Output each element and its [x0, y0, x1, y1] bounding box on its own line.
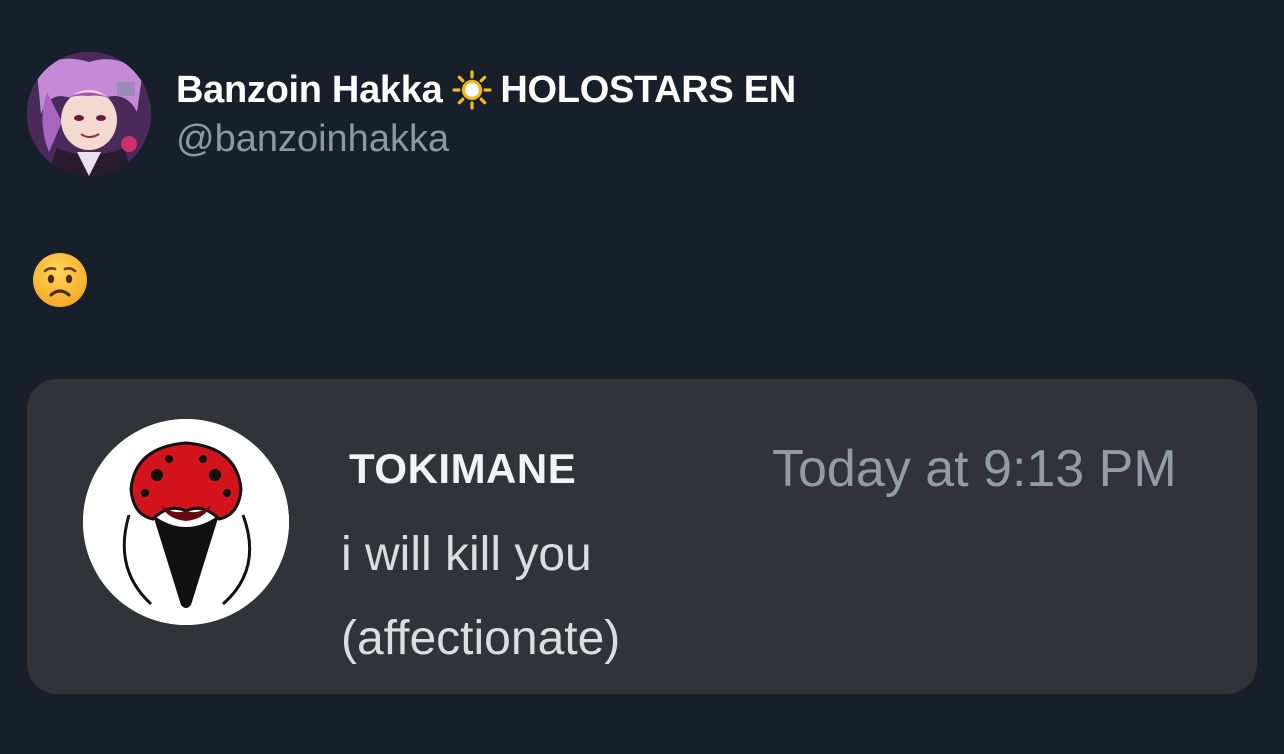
message-line-2: (affectionate)	[341, 612, 621, 665]
author-handle[interactable]: @banzoinhakka	[176, 118, 449, 161]
display-name-suffix: HOLOSTARS EN	[500, 68, 796, 111]
avatar-illustration	[27, 52, 151, 176]
display-name-text: Banzoin Hakka	[176, 68, 443, 111]
embedded-message-card[interactable]: TOKIMANE Today at 9:13 PM i will kill yo…	[27, 379, 1257, 694]
worried-face-emoji	[31, 251, 89, 309]
sun-icon	[450, 68, 494, 112]
message-timestamp: Today at 9:13 PM	[772, 440, 1177, 498]
tokimane-avatar[interactable]	[83, 419, 289, 625]
screenshot-page: Banzoin Hakka HOLOSTARS EN @banzoinhakka	[0, 0, 1284, 754]
author-display-name[interactable]: Banzoin Hakka HOLOSTARS EN	[176, 68, 796, 112]
red-masked-bird-avatar	[83, 419, 289, 625]
author-avatar[interactable]	[27, 52, 151, 176]
message-line-1: i will kill you	[341, 528, 592, 581]
message-content: i will kill you (affectionate)	[341, 513, 620, 681]
message-username[interactable]: TOKIMANE	[349, 445, 576, 493]
